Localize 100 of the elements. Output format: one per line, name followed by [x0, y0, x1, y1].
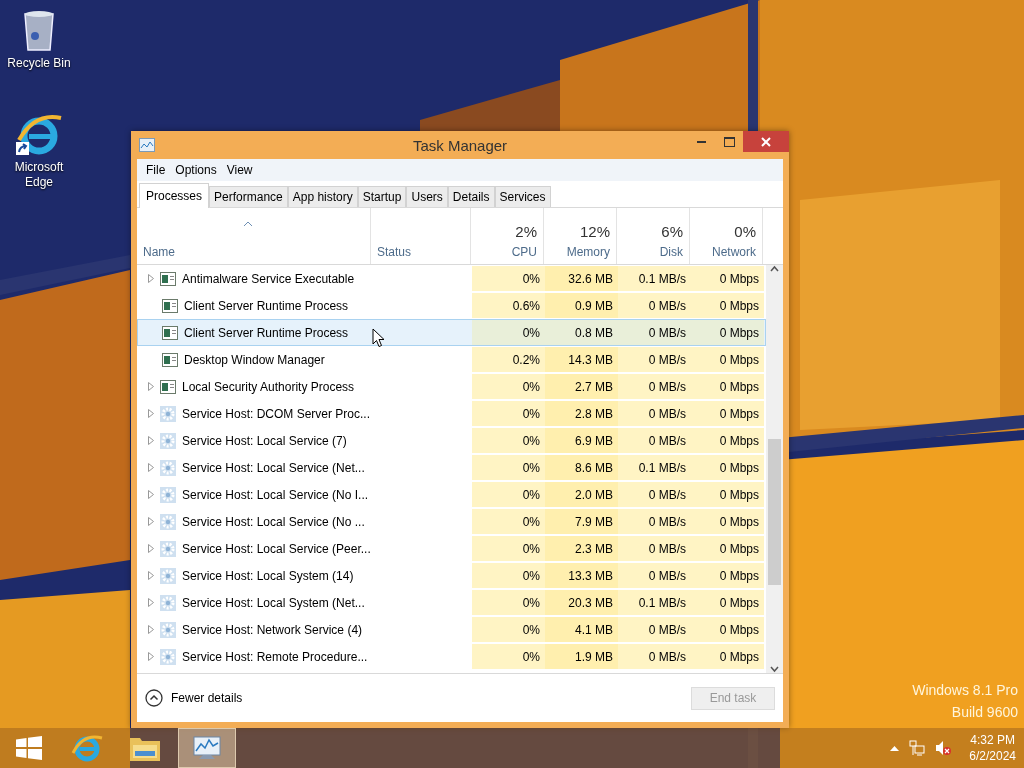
scroll-thumb[interactable]: [768, 439, 781, 585]
process-name: Service Host: Remote Procedure...: [182, 649, 368, 664]
process-row[interactable]: Local Security Authority Process 0% 2.7 MB 0 MB/s 0 Mbps: [137, 373, 766, 400]
table-cell: 0 Mbps: [691, 266, 764, 291]
table-cell: 0 Mbps: [691, 509, 764, 534]
tab[interactable]: Processes: [139, 183, 210, 208]
table-cell: 0 Mbps: [691, 536, 764, 561]
column-label: Name: [143, 245, 176, 259]
tab[interactable]: Startup: [357, 186, 407, 207]
table-cell: 0 MB/s: [618, 644, 691, 669]
tab[interactable]: Details: [447, 186, 495, 207]
process-row[interactable]: Antimalware Service Executable 0% 32.6 MB 0.1 MB/s 0 Mbps: [137, 265, 766, 292]
menu-item[interactable]: Options: [170, 163, 222, 177]
table-cell: 0 Mbps: [691, 590, 764, 615]
application-icon: [162, 325, 178, 340]
gear-icon: [160, 513, 176, 530]
close-button[interactable]: [743, 131, 789, 152]
table-cell: 0%: [472, 266, 545, 291]
process-row[interactable]: Service Host: Local Service (7) 0% 6.9 MB 0 MB/s 0 Mbps: [137, 427, 766, 454]
table-cell: 0%: [472, 644, 545, 669]
expand-arrow-icon[interactable]: [148, 274, 154, 283]
expand-arrow-icon[interactable]: [148, 436, 154, 445]
process-name: Desktop Window Manager: [184, 352, 325, 367]
process-name: Service Host: Local Service (Peer...: [182, 541, 371, 556]
expand-arrow-icon[interactable]: [148, 517, 154, 526]
tab[interactable]: App history: [287, 186, 358, 207]
table-cell: 0 Mbps: [691, 617, 764, 642]
usage-percent: 12%: [579, 223, 610, 240]
table-cell: 0.9 MB: [545, 293, 618, 318]
process-row[interactable]: Service Host: Remote Procedure... 0% 1.9 MB 0 MB/s 0 Mbps: [137, 643, 766, 670]
gear-icon: [160, 621, 176, 638]
process-row[interactable]: Service Host: Local Service (Peer... 0% 2.3 MB 0 MB/s 0 Mbps: [137, 535, 766, 562]
table-cell: 0 Mbps: [691, 320, 764, 345]
process-name: Antimalware Service Executable: [182, 271, 355, 286]
process-row[interactable]: Service Host: Local System (Net... 0% 20.3 MB 0.1 MB/s 0 Mbps: [137, 589, 766, 616]
table-cell: 2.3 MB: [545, 536, 618, 561]
process-row[interactable]: Service Host: Network Service (4) 0% 4.1 MB 0 MB/s 0 Mbps: [137, 616, 766, 643]
expand-arrow-icon[interactable]: [148, 652, 154, 661]
table-cell: 0 MB/s: [618, 374, 691, 399]
process-name: Service Host: Local System (Net...: [182, 595, 365, 610]
table-cell: 4.1 MB: [545, 617, 618, 642]
process-row[interactable]: Service Host: Local System (14) 0% 13.3 MB 0 MB/s 0 Mbps: [137, 562, 766, 589]
process-row[interactable]: Service Host: Local Service (Net... 0% 8.6 MB 0.1 MB/s 0 Mbps: [137, 454, 766, 481]
table-cell: 0%: [472, 617, 545, 642]
process-name: Service Host: DCOM Server Proc...: [182, 406, 371, 421]
application-icon: [162, 298, 178, 313]
process-name: Service Host: Local Service (No I...: [182, 487, 369, 502]
application-icon: [160, 379, 176, 394]
process-row[interactable]: Service Host: DCOM Server Proc... 0% 2.8 MB 0 MB/s 0 Mbps: [137, 400, 766, 427]
expand-arrow-icon[interactable]: [148, 463, 154, 472]
process-name: Service Host: Network Service (4): [182, 622, 363, 637]
column-header[interactable]: 6% Disk: [617, 208, 690, 264]
process-row[interactable]: Service Host: Local Service (No I... 0% 2.0 MB 0 MB/s 0 Mbps: [137, 481, 766, 508]
table-cell: 2.7 MB: [545, 374, 618, 399]
expand-arrow-icon[interactable]: [148, 625, 154, 634]
expand-arrow-icon[interactable]: [148, 544, 154, 553]
table-cell: 8.6 MB: [545, 455, 618, 480]
process-name: Service Host: Local Service (Net...: [182, 460, 365, 475]
scroll-up-icon[interactable]: [770, 265, 779, 274]
taskbar-button[interactable]: [178, 728, 236, 768]
column-label: CPU: [511, 245, 537, 259]
process-row[interactable]: Client Server Runtime Process 0% 0.8 MB 0 MB/s 0 Mbps: [137, 319, 766, 346]
edition-text: Windows 8.1 Pro: [912, 682, 1018, 698]
menu-item[interactable]: File: [141, 163, 171, 177]
process-row[interactable]: Client Server Runtime Process 0.6% 0.9 MB 0 MB/s 0 Mbps: [137, 292, 766, 319]
close-icon: [761, 136, 771, 147]
column-header[interactable]: Name: [137, 208, 371, 264]
expand-arrow-icon[interactable]: [148, 571, 154, 580]
monitor-graph-icon[interactable]: [191, 734, 223, 762]
column-header[interactable]: 12% Memory: [544, 208, 617, 264]
muted-speaker-icon[interactable]: [935, 740, 952, 756]
column-header[interactable]: 2% CPU: [471, 208, 544, 264]
process-name: Service Host: Local Service (7): [182, 433, 347, 448]
gear-icon: [160, 567, 176, 584]
tab[interactable]: Users: [406, 186, 448, 207]
tab[interactable]: Services: [494, 186, 551, 207]
table-cell: 0 Mbps: [691, 401, 764, 426]
browser-icon[interactable]: [71, 733, 103, 763]
process-row[interactable]: Service Host: Local Service (No ... 0% 7.9 MB 0 MB/s 0 Mbps: [137, 508, 766, 535]
column-header[interactable]: 0% Network: [690, 208, 763, 264]
fewer-details-button[interactable]: Fewer details: [145, 689, 243, 707]
table-cell: 0 MB/s: [618, 347, 691, 372]
menu-item[interactable]: View: [221, 163, 258, 177]
gear-icon: [160, 486, 176, 503]
process-row[interactable]: Desktop Window Manager 0.2% 14.3 MB 0 MB/s 0 Mbps: [137, 346, 766, 373]
expand-arrow-icon[interactable]: [148, 409, 154, 418]
caret-up-icon[interactable]: [890, 745, 900, 751]
table-cell: 0 Mbps: [691, 455, 764, 480]
table-cell: 0.1 MB/s: [618, 590, 691, 615]
expand-arrow-icon[interactable]: [148, 382, 154, 391]
network-icon[interactable]: [909, 740, 926, 756]
expand-arrow-icon[interactable]: [148, 490, 154, 499]
tab[interactable]: Performance: [209, 186, 288, 207]
windows-logo-icon[interactable]: [16, 736, 42, 760]
scrollbar[interactable]: [766, 265, 783, 673]
column-header[interactable]: Status: [371, 208, 471, 264]
usage-percent: 0%: [734, 223, 756, 240]
expand-arrow-icon[interactable]: [148, 598, 154, 607]
scroll-down-icon[interactable]: [770, 664, 779, 673]
table-cell: 13.3 MB: [545, 563, 618, 588]
